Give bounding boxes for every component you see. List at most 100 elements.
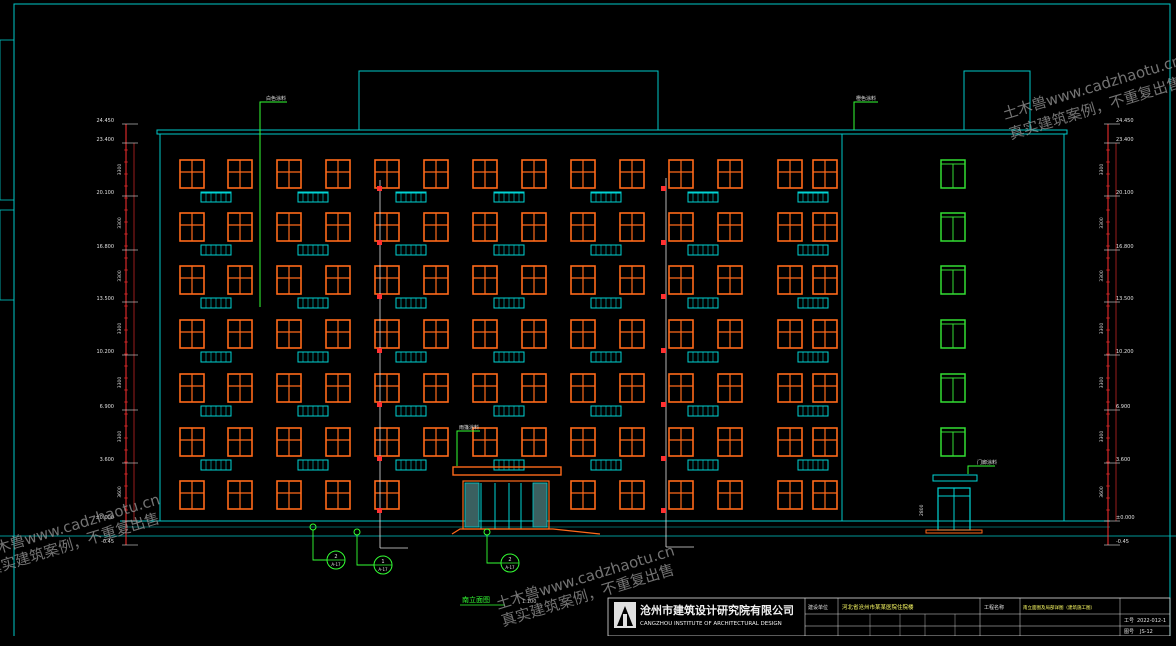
ac-unit xyxy=(590,297,622,309)
callout-label: 门廊涂料 xyxy=(977,459,997,466)
window xyxy=(472,373,498,403)
window xyxy=(227,480,253,510)
window-green xyxy=(940,265,966,295)
window xyxy=(325,480,351,510)
ac-unit xyxy=(395,459,427,471)
level-label: ±0.000 xyxy=(95,515,114,521)
level-label: 13.500 xyxy=(1116,296,1134,302)
dim-label: 3600 xyxy=(1099,486,1105,498)
axis-marker-bottom: A-17 xyxy=(505,565,515,570)
main-entrance xyxy=(451,466,601,535)
window xyxy=(276,427,302,457)
window xyxy=(570,480,596,510)
ac-unit xyxy=(590,351,622,363)
dim-label: 3300 xyxy=(117,217,123,229)
downpipe-mark xyxy=(661,294,666,299)
axis-marker: 2 A-17 xyxy=(309,523,346,570)
window xyxy=(717,319,743,349)
company-logo xyxy=(614,602,636,628)
downpipe-mark xyxy=(377,402,382,407)
window xyxy=(812,265,838,295)
window xyxy=(227,212,253,242)
window xyxy=(423,265,449,295)
window xyxy=(619,265,645,295)
axis-markers: 2 A-17 1 A-17 2 A-17 xyxy=(309,523,520,575)
door-height-label: 2800 xyxy=(919,504,925,516)
leader-line xyxy=(259,101,287,307)
window xyxy=(619,427,645,457)
window xyxy=(619,319,645,349)
dim-label: 3300 xyxy=(117,431,123,443)
ac-unit xyxy=(200,244,232,256)
downpipe-mark xyxy=(377,508,382,513)
sheet-label: 图号 xyxy=(1124,629,1134,635)
window xyxy=(423,319,449,349)
window xyxy=(227,427,253,457)
ac-unit xyxy=(297,459,329,471)
window xyxy=(619,373,645,403)
window xyxy=(521,427,547,457)
window xyxy=(777,319,803,349)
elevation-title: 南立面图 xyxy=(462,595,490,604)
window xyxy=(717,373,743,403)
window xyxy=(777,159,803,189)
window xyxy=(325,373,351,403)
elevation-scale: 1:100 xyxy=(522,599,536,605)
dim-label: 3300 xyxy=(1099,377,1105,389)
leader-line xyxy=(853,101,878,130)
ac-unit xyxy=(493,297,525,309)
level-label: 24.450 xyxy=(97,118,115,124)
window-green xyxy=(940,427,966,457)
callout-leaders: 白色涂料 橙色涂料雨篷涂料门廊涂料 xyxy=(259,95,997,549)
level-label: 10.200 xyxy=(97,349,115,355)
window xyxy=(423,427,449,457)
window xyxy=(276,159,302,189)
downpipe-mark xyxy=(661,348,666,353)
window xyxy=(570,427,596,457)
window xyxy=(179,427,205,457)
window xyxy=(717,427,743,457)
window-green xyxy=(940,373,966,403)
leader-line xyxy=(967,465,995,474)
window xyxy=(668,373,694,403)
level-label: 23.400 xyxy=(1116,137,1134,143)
window xyxy=(812,319,838,349)
downpipe-mark xyxy=(377,240,382,245)
window xyxy=(374,427,400,457)
window-green xyxy=(940,159,966,189)
window xyxy=(325,319,351,349)
job-number-label: 工号 xyxy=(1124,618,1134,624)
window-grid xyxy=(179,159,966,510)
ac-unit xyxy=(493,459,525,471)
window xyxy=(619,212,645,242)
window xyxy=(668,265,694,295)
window xyxy=(423,212,449,242)
window xyxy=(521,319,547,349)
project-name: 河北省沧州市某某医院住院楼 xyxy=(842,603,914,611)
window xyxy=(276,480,302,510)
window xyxy=(668,159,694,189)
axis-marker-top: 2 xyxy=(508,557,511,563)
axis-marker-bottom: A-17 xyxy=(331,562,341,567)
downpipe-mark xyxy=(661,402,666,407)
ac-unit xyxy=(297,351,329,363)
window xyxy=(472,212,498,242)
company-name-cn: 沧州市建筑设计研究院有限公司 xyxy=(640,603,794,617)
ac-unit xyxy=(395,405,427,417)
window xyxy=(717,480,743,510)
downpipe-mark xyxy=(377,348,382,353)
ac-unit xyxy=(493,405,525,417)
window xyxy=(276,212,302,242)
window xyxy=(374,265,400,295)
window xyxy=(423,373,449,403)
callout-label: 雨篷涂料 xyxy=(459,424,479,431)
ac-unit xyxy=(200,405,232,417)
window xyxy=(374,212,400,242)
window xyxy=(374,159,400,189)
window xyxy=(227,265,253,295)
downpipe-mark xyxy=(377,294,382,299)
window xyxy=(777,265,803,295)
window xyxy=(374,480,400,510)
window xyxy=(812,373,838,403)
level-label: 20.100 xyxy=(1116,190,1134,196)
